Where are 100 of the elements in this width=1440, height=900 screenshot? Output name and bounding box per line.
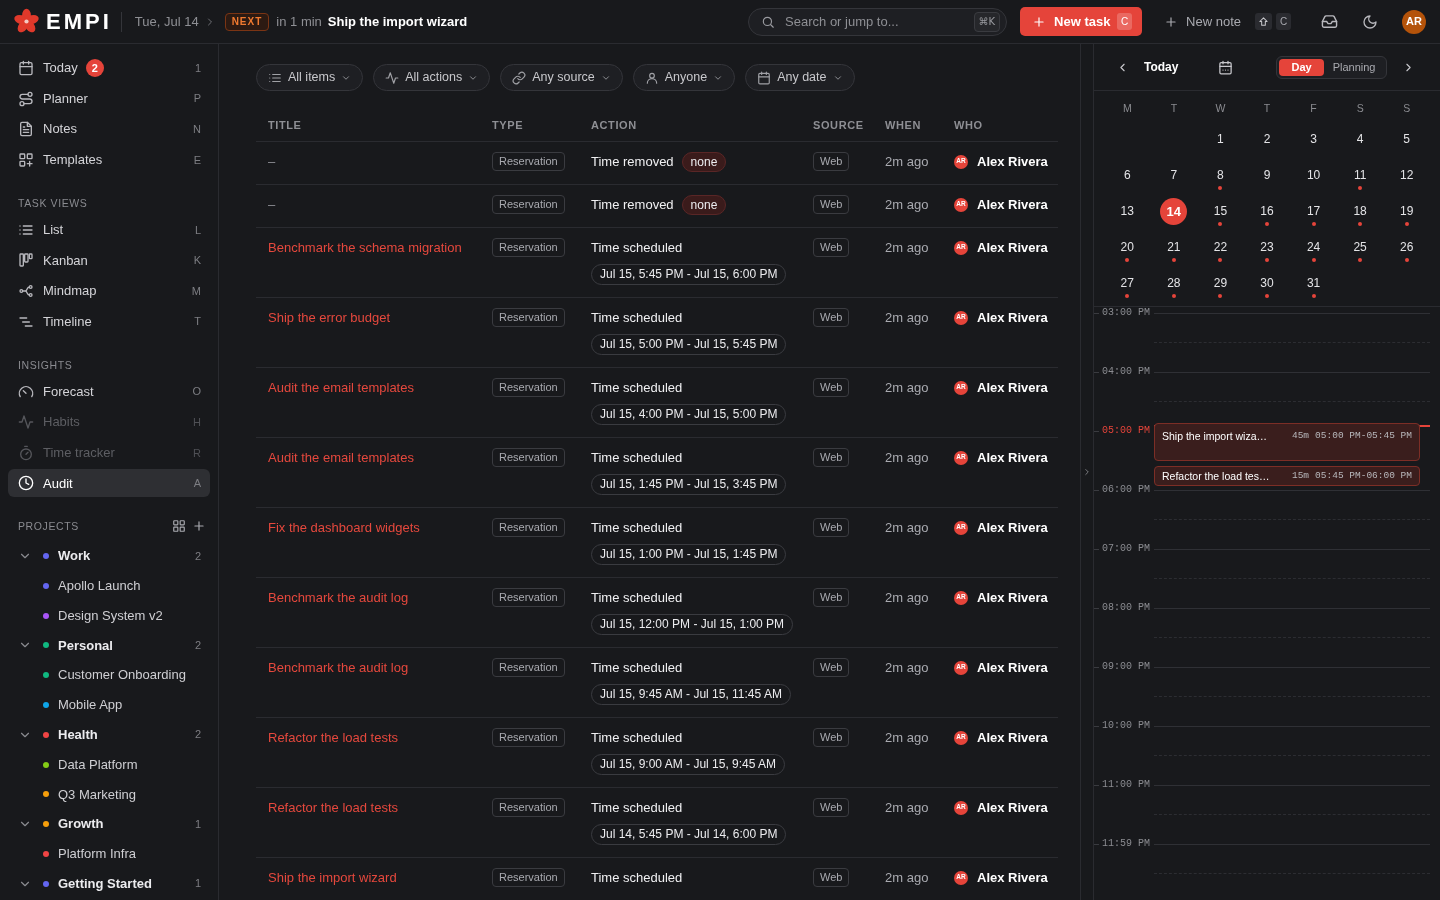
calendar-day[interactable]: 12 (1391, 157, 1422, 190)
filter-button[interactable]: All items (256, 64, 364, 91)
project-item[interactable]: Platform Infra (8, 839, 210, 868)
shortcut-hint: O (192, 384, 201, 400)
new-note-button[interactable]: New note C (1164, 7, 1291, 36)
plus-icon[interactable] (192, 519, 206, 534)
event-duration: 15m (1291, 469, 1310, 483)
calendar-day[interactable]: 11 (1345, 157, 1376, 190)
sidebar-item[interactable]: List L (8, 215, 210, 244)
grid-icon[interactable] (172, 519, 186, 534)
view-tab[interactable]: Day (1279, 58, 1324, 76)
calendar-day[interactable]: 9 (1252, 157, 1282, 190)
project-item[interactable]: Mobile App (8, 690, 210, 719)
calendar-day[interactable]: 7 (1158, 157, 1189, 190)
project-item[interactable]: Getting Started 1 (8, 869, 210, 898)
calendar-day[interactable]: 31 (1298, 265, 1329, 298)
inbox-icon[interactable] (1321, 13, 1338, 30)
calendar-day[interactable]: 6 (1112, 157, 1143, 190)
grid-plus-icon (18, 151, 34, 168)
calendar-day[interactable]: 27 (1112, 265, 1143, 298)
moon-icon[interactable] (1362, 13, 1378, 30)
time-ago: 2m ago (885, 152, 929, 171)
calendar-day[interactable]: 25 (1345, 229, 1376, 262)
source-tag: Web (813, 152, 850, 171)
time-ago: 2m ago (885, 238, 929, 257)
sidebar-item[interactable]: Notes N (8, 115, 210, 144)
row-title[interactable]: Ship the import wizard (268, 867, 397, 888)
calendar-day[interactable]: 2 (1252, 121, 1282, 154)
project-item[interactable]: Personal 2 (8, 631, 210, 660)
project-item[interactable]: Work 2 (8, 541, 210, 570)
sidebar-item[interactable]: Mindmap M (8, 276, 210, 305)
row-title[interactable]: Benchmark the audit log (268, 587, 409, 608)
source-tag: Web (813, 868, 850, 887)
calendar-day[interactable]: 23 (1252, 229, 1282, 262)
calendar-day[interactable]: 30 (1252, 265, 1282, 298)
row-title[interactable]: Audit the email templates (268, 377, 414, 398)
time-ago: 2m ago (885, 378, 929, 397)
count-badge: 2 (85, 59, 104, 77)
row-title[interactable]: Refactor the load tests (268, 797, 399, 818)
source-tag: Web (813, 658, 850, 677)
sidebar-item[interactable]: Templates E (8, 145, 210, 174)
calendar-day[interactable]: 20 (1112, 229, 1143, 262)
calendar-event[interactable]: Ship the import wiza… 45m 05:00 PM-05:45 PM (1154, 423, 1420, 461)
calendar-event[interactable]: Refactor the load tes… 15m 05:45 PM-06:00 PM (1154, 466, 1420, 486)
event-time: 05:00 PM-05:45 PM (1315, 429, 1412, 443)
filter-button[interactable]: All actions (373, 64, 491, 91)
calendar-day[interactable]: 22 (1205, 229, 1236, 262)
project-item[interactable]: Customer Onboarding (8, 661, 210, 690)
view-tab[interactable]: Planning (1323, 58, 1385, 76)
calendar-day[interactable]: 16 (1252, 193, 1282, 226)
user-name: Alex Rivera (977, 518, 1048, 537)
calendar-day[interactable]: 19 (1391, 193, 1422, 226)
project-item[interactable]: Growth 1 (8, 810, 210, 839)
sidebar-item[interactable]: Timeline T (8, 307, 210, 336)
calendar-day[interactable]: 3 (1298, 121, 1329, 154)
new-task-button[interactable]: New task C (1020, 7, 1143, 36)
sidebar-item[interactable]: Kanban K (8, 246, 210, 275)
project-item[interactable]: Data Platform (8, 750, 210, 779)
calendar-day[interactable]: 10 (1298, 157, 1329, 190)
calendar-day[interactable]: 15 (1205, 193, 1236, 226)
calendar-day[interactable]: 21 (1158, 229, 1189, 262)
calendar-day[interactable]: 13 (1112, 193, 1143, 226)
sidebar-item[interactable]: Planner P (8, 84, 210, 113)
sidebar-item[interactable]: Forecast O (8, 377, 210, 406)
filter-button[interactable]: Any date (745, 64, 855, 91)
project-item[interactable]: Q3 Marketing (8, 780, 210, 809)
sidebar-item[interactable]: Today 2 1 (8, 54, 210, 82)
type-tag: Reservation (492, 378, 565, 397)
calendar-day[interactable]: 8 (1205, 157, 1236, 190)
calendar-day[interactable]: 26 (1391, 229, 1422, 262)
row-title[interactable]: Benchmark the schema migration (268, 237, 462, 258)
row-title[interactable]: Benchmark the audit log (268, 657, 409, 678)
event-duration: 45m (1291, 429, 1310, 443)
user-avatar[interactable]: AR (1402, 9, 1426, 34)
project-item[interactable]: Design System v2 (8, 601, 210, 630)
project-item[interactable]: Health 2 (8, 720, 210, 749)
time-ago: 2m ago (885, 798, 929, 817)
value-pill: none (681, 151, 727, 172)
row-title[interactable]: Ship the error budget (268, 307, 391, 328)
calendar-day[interactable]: 18 (1345, 193, 1376, 226)
calendar-day[interactable]: 4 (1345, 121, 1376, 154)
project-item[interactable]: Apollo Launch (8, 571, 210, 600)
row-title[interactable]: Audit the email templates (268, 447, 414, 468)
today-button[interactable]: Today (1144, 58, 1179, 76)
calendar-icon[interactable] (1218, 59, 1234, 75)
row-title[interactable]: Fix the dashboard widgets (268, 517, 420, 538)
filter-button[interactable]: Anyone (632, 64, 736, 91)
row-title[interactable]: Refactor the load tests (268, 727, 399, 748)
event-title: Refactor the load tes… (1162, 469, 1270, 483)
calendar-day[interactable]: 1 (1205, 121, 1236, 154)
sidebar-item[interactable]: Audit A (8, 469, 210, 498)
route-icon (18, 90, 34, 107)
filter-button[interactable]: Any source (500, 64, 623, 91)
calendar-day[interactable]: 29 (1205, 265, 1236, 298)
calendar-day[interactable]: 24 (1298, 229, 1329, 262)
shortcut-hint: R (193, 445, 201, 461)
calendar-day[interactable]: 28 (1158, 265, 1189, 298)
user-name: Alex Rivera (977, 448, 1048, 467)
calendar-day[interactable]: 5 (1391, 121, 1422, 154)
calendar-day[interactable]: 17 (1298, 193, 1329, 226)
